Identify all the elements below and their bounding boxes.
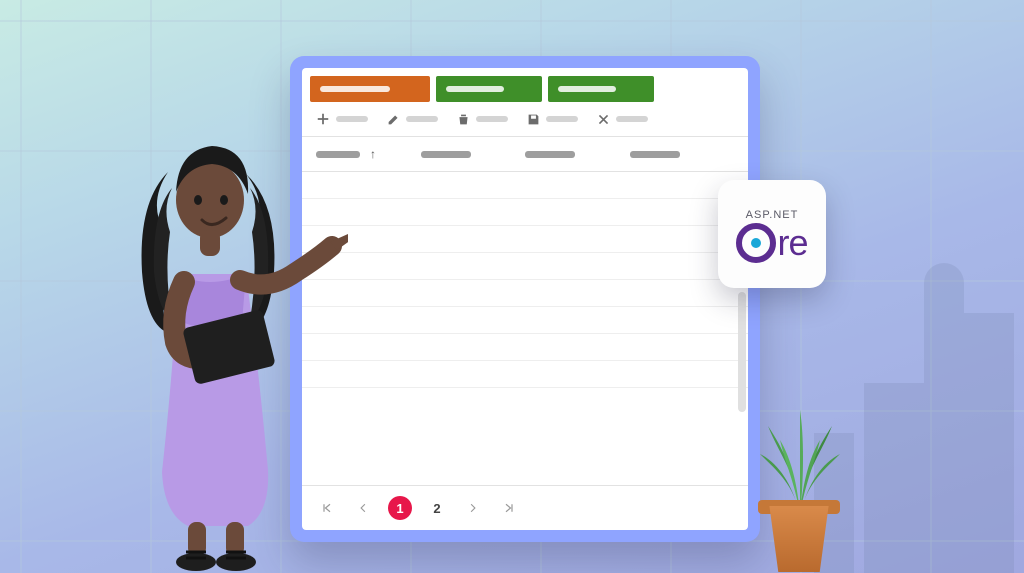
core-ring-icon	[736, 223, 776, 263]
grid-toolbar	[302, 106, 748, 137]
pager-page-1[interactable]: 1	[388, 496, 412, 520]
table-row[interactable]	[302, 280, 748, 307]
pager: 1 2	[302, 485, 748, 530]
column-header-4[interactable]	[630, 147, 735, 161]
column-header-3[interactable]	[525, 147, 630, 161]
grid-body	[302, 172, 748, 485]
grid-header: ↑	[302, 137, 748, 172]
badge-bottom-label: re	[777, 225, 807, 261]
table-row[interactable]	[302, 199, 748, 226]
badge-top-label: ASP.NET	[746, 209, 799, 221]
pager-last[interactable]	[498, 497, 520, 519]
datagrid: ↑ 1 2	[302, 68, 748, 530]
table-row[interactable]	[302, 253, 748, 280]
table-row[interactable]	[302, 361, 748, 388]
primary-action-button[interactable]	[310, 76, 430, 102]
aspnet-core-badge: ASP.NET re	[718, 180, 826, 288]
core-logo: re	[736, 223, 807, 263]
plant-decoration	[744, 396, 854, 572]
pager-prev[interactable]	[352, 497, 374, 519]
pager-page-2[interactable]: 2	[426, 497, 448, 519]
plus-icon	[316, 112, 330, 126]
column-header-2[interactable]	[421, 147, 526, 161]
datagrid-frame: ↑ 1 2	[290, 56, 760, 542]
secondary-action-button-1[interactable]	[436, 76, 542, 102]
save-icon	[526, 112, 540, 126]
toolbar-add[interactable]	[316, 112, 368, 126]
column-header-1[interactable]: ↑	[316, 147, 421, 161]
secondary-action-button-2[interactable]	[548, 76, 654, 102]
table-row[interactable]	[302, 172, 748, 199]
table-row[interactable]	[302, 226, 748, 253]
toolbar-update[interactable]	[526, 112, 578, 126]
table-row[interactable]	[302, 307, 748, 334]
toolbar-delete[interactable]	[456, 112, 508, 126]
pager-first[interactable]	[316, 497, 338, 519]
pager-next[interactable]	[462, 497, 484, 519]
toolbar-cancel[interactable]	[596, 112, 648, 126]
trash-icon	[456, 112, 470, 126]
action-button-row	[302, 68, 748, 106]
sort-asc-icon: ↑	[370, 147, 376, 161]
pencil-icon	[386, 112, 400, 126]
close-icon	[596, 112, 610, 126]
scrollbar[interactable]	[738, 292, 746, 412]
toolbar-edit[interactable]	[386, 112, 438, 126]
table-row[interactable]	[302, 334, 748, 361]
